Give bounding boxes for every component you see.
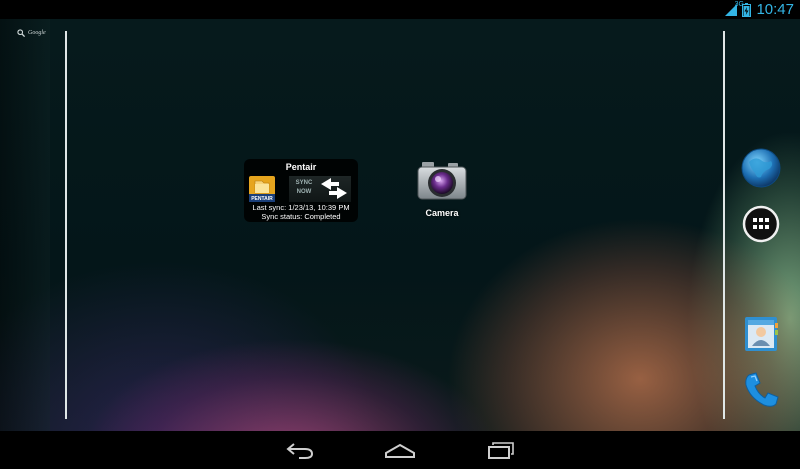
contacts-icon [745, 317, 778, 351]
pentair-logo-text: PENTAIR [251, 196, 273, 202]
last-sync-text: Last sync: 1/23/13, 10:39 PM [252, 203, 350, 212]
phone-app-shortcut[interactable] [741, 370, 781, 415]
google-search-bar[interactable]: Google [17, 29, 46, 37]
workspace-right-edge [723, 31, 725, 419]
navigation-bar [0, 431, 800, 469]
status-icons: 10:47 [725, 0, 794, 19]
camera-label: Camera [425, 208, 459, 218]
camera-icon [417, 162, 467, 200]
back-button[interactable] [285, 440, 315, 460]
signal-icon [725, 4, 738, 16]
all-apps-button[interactable] [741, 204, 781, 249]
sync-arrows-icon [321, 178, 347, 199]
camera-app-shortcut[interactable]: Camera [412, 159, 472, 221]
home-screen-wallpaper[interactable] [0, 19, 800, 431]
pentair-widget[interactable]: Pentair PENTAIR SYNC NOW Last sync: 1/23… [244, 159, 358, 222]
all-apps-icon [742, 205, 780, 243]
battery-icon [742, 2, 752, 17]
side-page-strip [0, 19, 50, 431]
globe-icon [741, 148, 781, 188]
widget-title: Pentair [285, 162, 317, 172]
recents-button[interactable] [486, 440, 516, 460]
workspace-left-edge [65, 31, 67, 419]
sync-now-label: SYNC NOW [295, 180, 313, 195]
google-label: Google [28, 30, 46, 36]
search-icon [17, 29, 25, 37]
clock: 10:47 [756, 1, 794, 18]
status-bar: 3G 10:47 [0, 0, 800, 19]
pentair-logo-icon[interactable]: PENTAIR [249, 176, 275, 202]
contacts-app-shortcut[interactable] [742, 315, 780, 358]
sync-status-text: Sync status: Completed [261, 212, 341, 221]
home-button[interactable] [383, 440, 417, 460]
sync-now-button[interactable]: SYNC NOW [289, 176, 351, 202]
phone-icon [745, 372, 779, 407]
browser-app-shortcut[interactable] [741, 148, 781, 193]
